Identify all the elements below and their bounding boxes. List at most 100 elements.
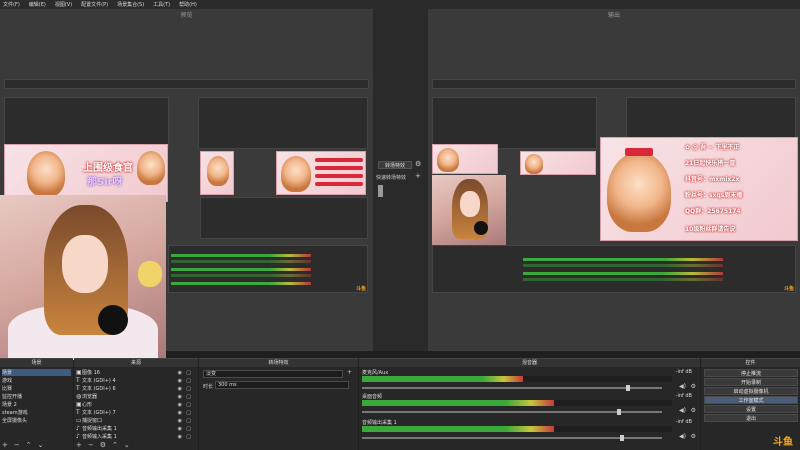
eye-icon[interactable]: ◉ (178, 394, 182, 400)
webcam-face (62, 235, 108, 293)
gear-icon[interactable]: ⚙ (691, 407, 696, 414)
eye-icon[interactable]: ◉ (178, 418, 182, 424)
source-item[interactable]: ▣ 图像 16 ◉ ▢ (76, 369, 196, 376)
source-properties-icon[interactable]: ⚙ (100, 441, 106, 449)
start-recording-button[interactable]: 开始录制 (704, 378, 798, 386)
menu-tools[interactable]: 工具(T) (153, 1, 170, 8)
studio-transition-panel: 转场特效 ⚙ 快速转场特效 + (373, 9, 428, 351)
source-item[interactable]: ▣ 心形 ◉ ▢ (76, 401, 196, 408)
remove-source-icon[interactable]: − (88, 441, 94, 449)
source-item[interactable]: T 文本 (GDI+) 7 ◉ ▢ (76, 409, 196, 416)
remove-scene-icon[interactable]: − (14, 441, 20, 449)
source-label: 文本 (GDI+) 4 (82, 378, 116, 384)
sources-toolbar: + − ⚙ ⌃ ⌄ (76, 441, 130, 449)
transition-t-bar[interactable] (378, 185, 383, 197)
source-item[interactable]: T 文本 (GDI+) 6 ◉ ▢ (76, 385, 196, 392)
mixer-volume-slider[interactable] (362, 435, 662, 441)
source-item[interactable]: ♪ 音频输出采集 1 ◉ ▢ (76, 425, 196, 432)
nested-meter (523, 264, 723, 267)
menu-edit[interactable]: 编辑(E) (29, 1, 46, 8)
eye-icon[interactable]: ◉ (178, 402, 182, 408)
nested-window-bar (4, 79, 369, 89)
gear-icon[interactable]: ⚙ (691, 433, 696, 440)
scene-item[interactable]: 游戏 (2, 377, 12, 384)
duration-input[interactable]: 300 ms (215, 381, 349, 389)
move-down-icon[interactable]: ⌄ (124, 441, 130, 449)
lock-icon[interactable]: ▢ (186, 402, 191, 408)
mixer-track-db: -inf dB (675, 369, 692, 375)
scene-item[interactable]: steam游戏 (2, 409, 28, 416)
preview-canvas[interactable]: 预览 上围级食官 那Sir呀 斗鱼 (0, 9, 373, 360)
speaker-icon[interactable]: ◀) (679, 433, 686, 440)
mixer-volume-slider[interactable] (362, 385, 662, 391)
menu-profile[interactable]: 配置文件(P) (81, 1, 108, 8)
add-source-icon[interactable]: + (76, 441, 82, 449)
menu-view[interactable]: 视图(V) (55, 1, 72, 8)
chibi-girl-image (27, 151, 65, 197)
move-down-icon[interactable]: ⌄ (38, 441, 44, 449)
scene-item[interactable]: 全屏摄像头 (2, 417, 27, 424)
lock-icon[interactable]: ▢ (186, 426, 191, 432)
lock-icon[interactable]: ▢ (186, 418, 191, 424)
exit-button[interactable]: 退出 (704, 414, 798, 422)
transition-gear-icon[interactable]: ⚙ (415, 160, 421, 168)
settings-button[interactable]: 设置 (704, 405, 798, 413)
eye-icon[interactable]: ◉ (178, 378, 182, 384)
move-up-icon[interactable]: ⌃ (26, 441, 32, 449)
eye-icon[interactable]: ◉ (178, 410, 182, 416)
source-item[interactable]: ◍ 浏览器 ◉ ▢ (76, 393, 196, 400)
add-scene-icon[interactable]: + (2, 441, 8, 449)
nested-chibi-image-2 (281, 156, 311, 192)
transition-preset-label[interactable]: 快速转场特效 (376, 174, 406, 181)
studio-mode-button[interactable]: 工作室模式 (704, 396, 798, 404)
overlay-title-text: 上围级食官 (83, 163, 133, 174)
lock-icon[interactable]: ▢ (186, 386, 191, 392)
eye-icon[interactable]: ◉ (178, 370, 182, 376)
gear-icon[interactable]: ⚙ (691, 383, 696, 390)
nested-ribbon (315, 158, 363, 162)
mixer-volume-knob[interactable] (626, 385, 630, 391)
scene-item[interactable]: 监控开播 (2, 393, 22, 400)
speaker-icon[interactable]: ◀) (679, 383, 686, 390)
lock-icon[interactable]: ▢ (186, 410, 191, 416)
scene-item[interactable]: 场景 (2, 369, 71, 376)
menu-help[interactable]: 帮助(H) (179, 1, 197, 8)
source-item[interactable]: ▭ 捕捉窗口 ◉ ▢ (76, 417, 196, 424)
nested-meter (523, 278, 723, 281)
transition-type-select[interactable]: 淡变 (203, 370, 343, 378)
program-douyu-logo: 斗鱼 (784, 286, 795, 292)
stop-streaming-button[interactable]: 停止推流 (704, 369, 798, 377)
speaker-icon[interactable]: ◀) (679, 407, 686, 414)
mixer-volume-knob[interactable] (617, 409, 621, 415)
menu-bar: 文件(F) 编辑(E) 视图(V) 配置文件(P) 场景集合(S) 工具(T) … (0, 0, 800, 9)
scenes-title: 场景 (0, 359, 73, 367)
scene-item[interactable]: 比赛 (2, 385, 12, 392)
mixer-volume-slider[interactable] (362, 409, 662, 415)
lock-icon[interactable]: ▢ (186, 434, 191, 440)
duration-label: 时长 (203, 384, 214, 390)
right-overlay-banner: ✿ @ 吾 ~ 下里不正 21日起快乐搭一直 抖音号：mxmix2x 粉丝号：s… (600, 137, 798, 241)
eye-icon[interactable]: ◉ (178, 426, 182, 432)
lock-icon[interactable]: ▢ (186, 378, 191, 384)
menu-file[interactable]: 文件(F) (3, 1, 20, 8)
nested-preview-frame (4, 97, 169, 149)
virtual-camera-button[interactable]: 启动虚拟摄像机 (704, 387, 798, 395)
eye-icon[interactable]: ◉ (178, 386, 182, 392)
mixer-volume-knob[interactable] (620, 435, 624, 441)
lock-icon[interactable]: ▢ (186, 394, 191, 400)
transition-add-icon[interactable]: + (415, 172, 421, 180)
source-item[interactable]: ♪ 音频输入采集 1 ◉ ▢ (76, 433, 196, 440)
scene-item[interactable]: 场景 2 (2, 401, 17, 408)
mixer-level-fill (362, 400, 555, 406)
menu-scene-collection[interactable]: 场景集合(S) (117, 1, 144, 8)
lock-icon[interactable]: ▢ (186, 370, 191, 376)
move-up-icon[interactable]: ⌃ (112, 441, 118, 449)
transitions-title: 转场特效 (199, 359, 358, 367)
transition-button[interactable]: 转场特效 (378, 161, 412, 169)
transition-add-icon[interactable]: + (347, 369, 352, 376)
source-label: 音频输入采集 1 (82, 434, 117, 440)
program-chibi-image (437, 148, 459, 172)
eye-icon[interactable]: ◉ (178, 434, 182, 440)
source-item[interactable]: T 文本 (GDI+) 4 ◉ ▢ (76, 377, 196, 384)
chibi-sakura-image (607, 152, 671, 232)
